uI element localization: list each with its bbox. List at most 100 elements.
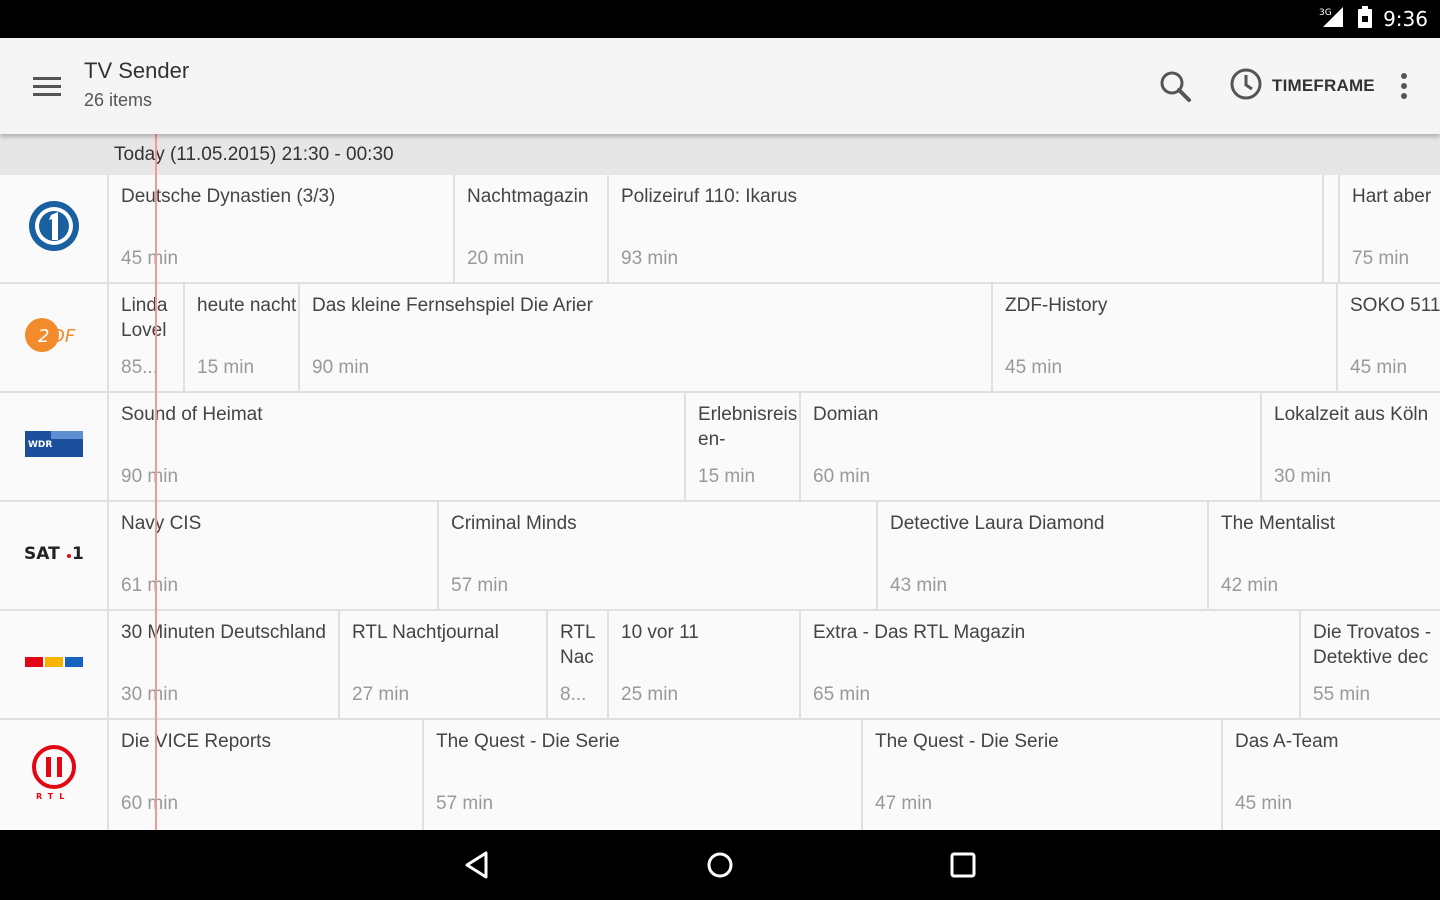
program-duration: 57 min	[436, 793, 494, 814]
search-button[interactable]	[1154, 66, 1198, 106]
program-cell[interactable]: Das kleine Fernsehspiel Die Arier 90 min	[300, 284, 991, 391]
channel-row: RTL Die VICE Reports 60 min The Quest - …	[0, 720, 1440, 830]
wdr-logo: WDR	[24, 431, 83, 462]
channel-logo-rtl2[interactable]: RTL	[0, 720, 107, 830]
program-title: Die VICE Reports	[121, 731, 271, 752]
program-cell[interactable]: Navy CIS 61 min	[109, 502, 437, 609]
program-cell[interactable]: Domian 60 min	[801, 393, 1260, 500]
program-cell[interactable]: Lokalzeit aus Köln 30 min	[1262, 393, 1440, 500]
program-cell[interactable]: The Mentalist 42 min	[1209, 502, 1440, 609]
program-cell[interactable]: Das A-Team 45 min	[1223, 720, 1440, 830]
home-button[interactable]	[703, 848, 737, 882]
program-title: Detective Laura Diamond	[890, 513, 1105, 534]
program-cell[interactable]: Criminal Minds 57 min	[439, 502, 876, 609]
program-duration: 90 min	[312, 357, 370, 378]
zdf-logo: 2 DF	[24, 315, 84, 360]
program-cell[interactable]: Detective Laura Diamond 43 min	[878, 502, 1207, 609]
epg-grid[interactable]: Deutsche Dynastien (3/3) 45 min Nachtmag…	[0, 175, 1440, 830]
sat1-logo: SAT 1	[24, 542, 84, 569]
program-duration: 45 min	[121, 248, 179, 269]
date-header: Today (11.05.2015) 21:30 - 00:30	[0, 134, 1440, 175]
program-cell[interactable]: Sound of Heimat 90 min	[109, 393, 684, 500]
channel-logo-das-erste[interactable]	[0, 175, 107, 282]
program-duration: 45 min	[1005, 357, 1063, 378]
program-duration: 25 min	[621, 684, 679, 705]
program-title: Linda Lovel	[121, 295, 168, 341]
program-title: Domian	[813, 404, 879, 425]
program-title: Extra - Das RTL Magazin	[813, 622, 1026, 643]
program-cell[interactable]: Nachtmagazin 20 min	[455, 175, 607, 282]
status-bar: 3G 9:36	[0, 0, 1440, 38]
overflow-menu-button[interactable]	[1390, 66, 1418, 106]
home-icon	[703, 852, 737, 886]
program-cell[interactable]: Erlebnisreisen- 15 min	[686, 393, 799, 500]
program-cell[interactable]: RTL Nachtjournal 27 min	[340, 611, 546, 718]
program-duration: 47 min	[875, 793, 933, 814]
program-cell-empty[interactable]	[1324, 175, 1338, 282]
program-title: Sound of Heimat	[121, 404, 263, 425]
svg-text:WDR: WDR	[28, 440, 52, 450]
program-cell[interactable]: Die Trovatos - Detektive dec 55 min	[1301, 611, 1440, 718]
program-title: 30 Minuten Deutschland	[121, 622, 326, 643]
program-cell[interactable]: Deutsche Dynastien (3/3) 45 min	[109, 175, 453, 282]
program-cell[interactable]: Polizeiruf 110: Ikarus 93 min	[609, 175, 1322, 282]
svg-text:1: 1	[72, 544, 84, 564]
program-cell[interactable]: Extra - Das RTL Magazin 65 min	[801, 611, 1299, 718]
rtl-logo	[24, 655, 83, 674]
menu-button[interactable]	[26, 68, 70, 104]
recents-button[interactable]	[946, 848, 980, 882]
program-cell[interactable]: Linda Lovel 85...	[109, 284, 183, 391]
program-duration: 30 min	[1274, 466, 1332, 487]
timeframe-button[interactable]: TIMEFRAME	[1228, 66, 1375, 106]
search-icon	[1154, 71, 1198, 110]
recents-icon	[946, 852, 980, 886]
program-duration: 57 min	[451, 575, 509, 596]
program-title: Das A-Team	[1235, 731, 1339, 752]
channel-logo-rtl[interactable]	[0, 611, 107, 718]
channel-logo-sat1[interactable]: SAT 1	[0, 502, 107, 609]
current-time-indicator	[155, 134, 157, 830]
program-cell[interactable]: 10 vor 11 25 min	[609, 611, 799, 718]
program-duration: 42 min	[1221, 575, 1279, 596]
program-cell[interactable]: The Quest - Die Serie 57 min	[424, 720, 861, 830]
program-title: Das kleine Fernsehspiel Die Arier	[312, 295, 593, 316]
svg-text:RTL: RTL	[36, 792, 70, 801]
program-title: RTL Nac	[560, 622, 595, 668]
program-title: ZDF-History	[1005, 295, 1108, 316]
menu-icon	[26, 77, 70, 108]
channel-logo-wdr[interactable]: WDR	[0, 393, 107, 500]
clock-icon	[1228, 66, 1264, 107]
program-cell[interactable]: RTL Nac 8...	[548, 611, 607, 718]
program-cell[interactable]: ZDF-History 45 min	[993, 284, 1336, 391]
program-duration: 15 min	[197, 357, 255, 378]
program-title: The Quest - Die Serie	[436, 731, 620, 752]
program-cell[interactable]: SOKO 511 45 min	[1338, 284, 1440, 391]
program-duration: 45 min	[1350, 357, 1408, 378]
program-duration: 85...	[121, 357, 158, 378]
program-duration: 65 min	[813, 684, 871, 705]
program-cell[interactable]: The Quest - Die Serie 47 min	[863, 720, 1221, 830]
program-duration: 20 min	[467, 248, 525, 269]
program-cell[interactable]: 30 Minuten Deutschland 30 min	[109, 611, 338, 718]
program-title: The Quest - Die Serie	[875, 731, 1059, 752]
rtl2-logo: RTL	[29, 744, 79, 806]
back-button[interactable]	[461, 848, 495, 882]
program-title: 10 vor 11	[621, 622, 699, 643]
program-title: Lokalzeit aus Köln	[1274, 404, 1429, 425]
network-3g-icon: 3G	[1317, 5, 1347, 34]
svg-text:2: 2	[38, 326, 49, 347]
channel-row: WDR Sound of Heimat 90 min Erlebnisreise…	[0, 393, 1440, 500]
program-cell[interactable]: Hart aber 75 min	[1340, 175, 1440, 282]
navigation-bar	[0, 830, 1440, 900]
program-duration: 93 min	[621, 248, 679, 269]
program-duration: 61 min	[121, 575, 179, 596]
program-title: Hart aber	[1352, 186, 1432, 207]
app-bar: TV Sender 26 items TIMEFRAME	[0, 38, 1440, 134]
program-cell[interactable]: heute nacht 15 min	[185, 284, 298, 391]
program-title: Erlebnisreisen-	[698, 404, 798, 450]
channel-logo-zdf[interactable]: 2 DF	[0, 284, 107, 391]
program-title: RTL Nachtjournal	[352, 622, 499, 643]
program-duration: 60 min	[121, 793, 179, 814]
program-duration: 90 min	[121, 466, 179, 487]
program-title: SOKO 511	[1350, 295, 1440, 316]
